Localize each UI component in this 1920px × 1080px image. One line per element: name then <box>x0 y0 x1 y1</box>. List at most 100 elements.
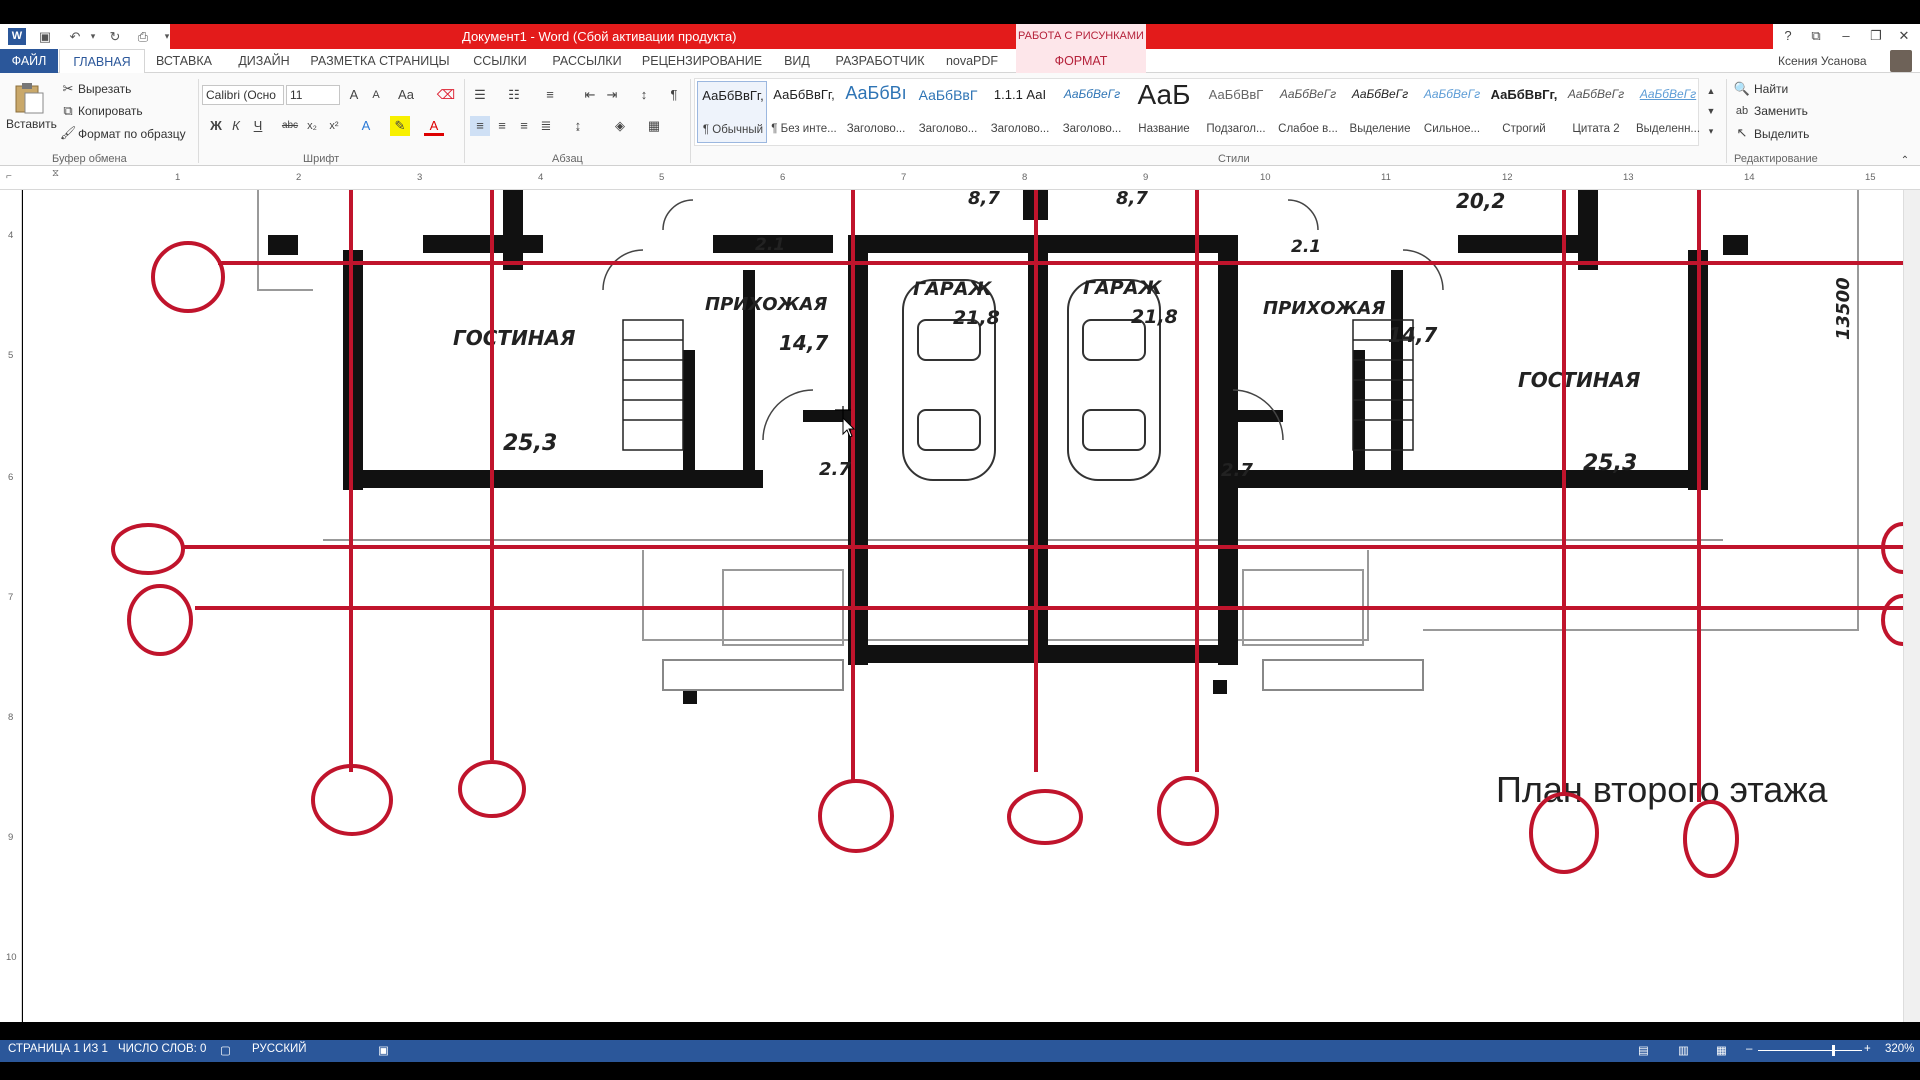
tab-home[interactable]: ГЛАВНАЯ <box>59 49 145 74</box>
style-normal[interactable]: АаБбВвГг, ¶ Обычный <box>697 81 767 143</box>
zoom-slider-thumb[interactable] <box>1832 1045 1835 1056</box>
redo-icon[interactable]: ↻ <box>106 28 124 45</box>
vertical-scrollbar[interactable] <box>1903 190 1920 1022</box>
style-strong[interactable]: АаБбВвГг, Строгий <box>1489 81 1559 143</box>
tab-review[interactable]: РЕЦЕНЗИРОВАНИЕ <box>640 49 764 73</box>
zoom-slider[interactable] <box>1758 1050 1862 1051</box>
align-center-icon[interactable]: ≡ <box>492 116 512 136</box>
style-quote-2[interactable]: АаБбВеГг Цитата 2 <box>1561 81 1631 143</box>
style-no-spacing[interactable]: АаБбВвГг, ¶ Без инте... <box>769 81 839 143</box>
horizontal-ruler[interactable]: ⌐ ⧖ 1 2 3 4 5 6 7 8 9 10 11 12 13 14 15 <box>0 166 1920 190</box>
numbering-icon[interactable]: ☷ <box>504 85 524 105</box>
style-intense-quote[interactable]: АаБбВеГг Выделенн... <box>1633 81 1703 143</box>
superscript-button[interactable]: x² <box>324 116 344 136</box>
bold-button[interactable]: Ж <box>206 116 226 136</box>
cut-button[interactable]: Вырезать <box>78 82 131 96</box>
subscript-button[interactable]: x₂ <box>302 116 322 136</box>
proofing-icon[interactable]: ▢ <box>220 1043 231 1057</box>
indent-marker-icon[interactable]: ⧖ <box>52 168 59 179</box>
tab-format[interactable]: ФОРМАТ <box>1016 49 1146 73</box>
document-page[interactable]: ГОСТИНАЯ 25,3 ПРИХОЖАЯ 14,7 2.1 2.7 ГАРА… <box>23 190 1903 1022</box>
clear-format-icon[interactable]: ⌫ <box>436 85 456 105</box>
increase-indent-icon[interactable]: ⇥ <box>602 85 622 105</box>
style-heading-1[interactable]: АаБбВı Заголово... <box>841 81 911 143</box>
tab-file[interactable]: ФАЙЛ <box>0 49 58 73</box>
shading-icon[interactable]: ◈ <box>610 116 630 136</box>
strikethrough-button[interactable]: abc <box>280 116 300 136</box>
select-button[interactable]: Выделить <box>1754 127 1809 141</box>
copy-button[interactable]: Копировать <box>78 104 143 118</box>
underline-button[interactable]: Ч <box>248 116 268 136</box>
read-mode-icon[interactable]: ▤ <box>1638 1043 1649 1057</box>
bullets-icon[interactable]: ☰ <box>470 85 490 105</box>
ribbon-display-icon[interactable]: ⧉ <box>1806 26 1826 46</box>
style-sample: АаБбВвГг, <box>1490 87 1558 102</box>
multilevel-list-icon[interactable]: ≡ <box>540 85 560 105</box>
italic-button[interactable]: К <box>226 116 246 136</box>
tab-selector-icon[interactable]: ⌐ <box>6 171 12 182</box>
style-intense-emphasis[interactable]: АаБбВеГг Сильное... <box>1417 81 1487 143</box>
change-case-icon[interactable]: Aa <box>396 85 416 105</box>
style-heading-4[interactable]: АаБбВеГг Заголово... <box>1057 81 1127 143</box>
borders-icon[interactable]: ▦ <box>644 116 664 136</box>
tab-view[interactable]: ВИД <box>776 49 818 73</box>
word-count[interactable]: ЧИСЛО СЛОВ: 0 <box>118 1043 206 1055</box>
align-right-icon[interactable]: ≡ <box>514 116 534 136</box>
zoom-level[interactable]: 320% <box>1885 1043 1914 1055</box>
style-sample: АаБбВвГ <box>1208 87 1264 102</box>
font-color-icon[interactable]: A <box>424 116 444 136</box>
tab-references[interactable]: ССЫЛКИ <box>466 49 534 73</box>
style-emphasis[interactable]: АаБбВеГг Выделение <box>1345 81 1415 143</box>
paste-button[interactable]: Вставить <box>6 117 57 131</box>
tab-mailings[interactable]: РАССЫЛКИ <box>548 49 626 73</box>
web-layout-icon[interactable]: ▦ <box>1716 1043 1727 1057</box>
text-effects-icon[interactable]: A <box>356 116 376 136</box>
justify-icon[interactable]: ≣ <box>536 116 556 136</box>
print-icon[interactable]: ⎙ <box>134 28 152 45</box>
styles-scroll-up-icon[interactable]: ▲ <box>1701 81 1721 101</box>
zoom-in-icon[interactable]: + <box>1864 1043 1871 1055</box>
tab-design[interactable]: ДИЗАЙН <box>228 49 300 73</box>
style-heading-3[interactable]: 1.1.1 АаI Заголово... <box>985 81 1055 143</box>
tab-insert[interactable]: ВСТАВКА <box>152 49 216 73</box>
pilcrow-icon[interactable]: ¶ <box>664 85 684 105</box>
undo-icon[interactable]: ↶ <box>66 28 84 45</box>
style-subtle-emphasis[interactable]: АаБбВеГг Слабое в... <box>1273 81 1343 143</box>
macro-record-icon[interactable]: ▣ <box>378 1043 389 1057</box>
find-button[interactable]: Найти <box>1754 82 1788 96</box>
print-layout-icon[interactable]: ▥ <box>1678 1043 1689 1057</box>
minimize-icon[interactable]: – <box>1836 26 1856 46</box>
paste-icon[interactable] <box>12 81 46 115</box>
vertical-ruler[interactable]: 4 5 6 7 8 9 10 <box>0 190 22 1022</box>
style-heading-2[interactable]: АаБбВвГ Заголово... <box>913 81 983 143</box>
style-subtitle[interactable]: АаБбВвГ Подзагол... <box>1201 81 1271 143</box>
style-title[interactable]: АаБ Название <box>1129 79 1199 143</box>
tab-page-layout[interactable]: РАЗМЕТКА СТРАНИЦЫ <box>310 49 450 73</box>
highlight-icon[interactable]: ✎ <box>390 116 410 136</box>
replace-button[interactable]: Заменить <box>1754 104 1808 118</box>
help-icon[interactable]: ? <box>1778 26 1798 46</box>
avatar[interactable] <box>1890 50 1912 72</box>
save-icon[interactable]: ▣ <box>36 28 54 45</box>
close-icon[interactable]: ✕ <box>1894 26 1914 46</box>
align-left-icon[interactable]: ≡ <box>470 116 490 136</box>
user-name[interactable]: Ксения Усанова <box>1778 54 1867 68</box>
undo-dropdown-icon[interactable]: ▾ <box>84 28 102 45</box>
floor-plan-image[interactable]: ГОСТИНАЯ 25,3 ПРИХОЖАЯ 14,7 2.1 2.7 ГАРА… <box>23 190 1903 1022</box>
restore-icon[interactable]: ❐ <box>1866 26 1886 46</box>
language-indicator[interactable]: РУССКИЙ <box>252 1043 307 1055</box>
styles-scroll-down-icon[interactable]: ▼ <box>1701 101 1721 121</box>
decrease-indent-icon[interactable]: ⇤ <box>580 85 600 105</box>
line-spacing-icon[interactable]: ↨ <box>568 116 588 136</box>
tab-developer[interactable]: РАЗРАБОТЧИК <box>830 49 930 73</box>
sort-icon[interactable]: ↕ <box>634 85 654 105</box>
tab-novapdf[interactable]: novaPDF <box>942 49 1002 73</box>
styles-more-icon[interactable]: ▾ <box>1701 121 1721 141</box>
page-indicator[interactable]: СТРАНИЦА 1 ИЗ 1 <box>8 1043 108 1055</box>
format-painter-button[interactable]: Формат по образцу <box>78 127 186 141</box>
font-size-combo[interactable]: 11 <box>286 85 340 105</box>
zoom-out-icon[interactable]: – <box>1746 1043 1752 1055</box>
font-name-combo[interactable]: Calibri (Осно <box>202 85 284 105</box>
grow-font-icon[interactable]: A <box>344 85 364 105</box>
shrink-font-icon[interactable]: A <box>366 85 386 105</box>
